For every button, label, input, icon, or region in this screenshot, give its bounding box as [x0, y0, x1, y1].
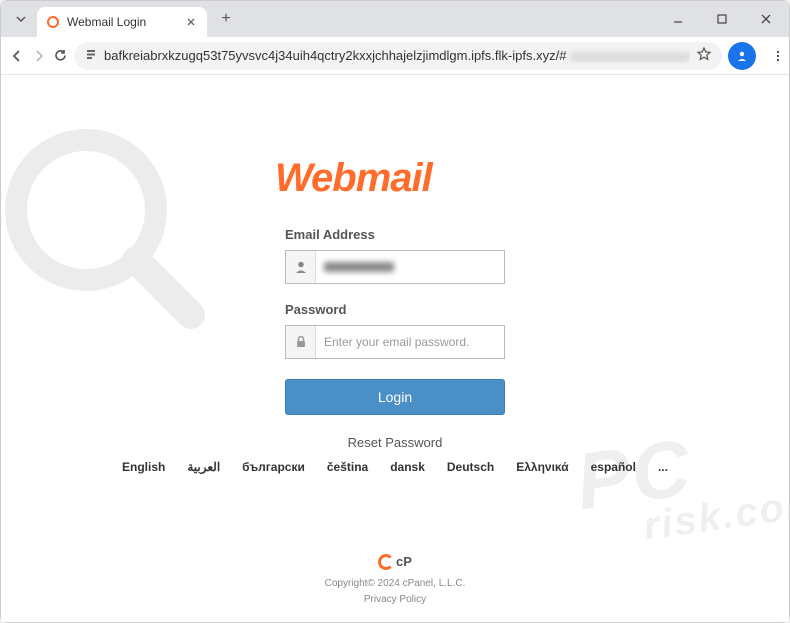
- address-bar[interactable]: bafkreiabrxkzugq53t75yvsvc4j34uih4qctry2…: [74, 42, 722, 70]
- bookmark-star-icon[interactable]: [696, 46, 712, 65]
- lang-option[interactable]: English: [122, 460, 165, 474]
- reset-password-link[interactable]: Reset Password: [348, 435, 443, 450]
- privacy-link[interactable]: Privacy Policy: [1, 592, 789, 608]
- reload-button[interactable]: [53, 42, 68, 70]
- password-field[interactable]: [316, 326, 504, 358]
- svg-text:Webmail: Webmail: [275, 156, 434, 199]
- back-button[interactable]: [9, 42, 25, 70]
- profile-button[interactable]: [728, 42, 756, 70]
- lang-option[interactable]: Deutsch: [447, 460, 494, 474]
- lock-icon: [286, 326, 316, 358]
- close-window-button[interactable]: [751, 4, 781, 34]
- lang-option[interactable]: español: [591, 460, 636, 474]
- tabs-dropdown-button[interactable]: [9, 7, 33, 31]
- close-tab-button[interactable]: [183, 14, 199, 30]
- email-field[interactable]: [316, 262, 504, 272]
- new-tab-button[interactable]: +: [213, 6, 239, 32]
- webmail-logo: Webmail: [275, 155, 515, 199]
- lang-option[interactable]: Ελληνικά: [516, 460, 568, 474]
- browser-toolbar: bafkreiabrxkzugq53t75yvsvc4j34uih4qctry2…: [1, 37, 789, 75]
- browser-window: Webmail Login + bafkreiabrxkzugq53t75yvs…: [0, 0, 790, 623]
- cpanel-c-icon: [378, 554, 394, 570]
- tab-favicon-icon: [45, 14, 61, 30]
- user-icon: [286, 251, 316, 283]
- maximize-button[interactable]: [707, 4, 737, 34]
- email-input-wrap[interactable]: [285, 250, 505, 284]
- login-button[interactable]: Login: [285, 379, 505, 415]
- browser-tab[interactable]: Webmail Login: [37, 7, 207, 37]
- site-info-icon[interactable]: [84, 47, 98, 64]
- page-footer: cP Copyright© 2024 cPanel, L.L.C. Privac…: [1, 552, 789, 608]
- cpanel-logo: cP: [378, 552, 412, 573]
- password-input-wrap[interactable]: [285, 325, 505, 359]
- lang-more[interactable]: ...: [658, 460, 668, 474]
- language-row: English العربية български čeština dansk …: [122, 460, 668, 474]
- url-text: bafkreiabrxkzugq53t75yvsvc4j34uih4qctry2…: [104, 48, 690, 63]
- minimize-button[interactable]: [663, 4, 693, 34]
- window-controls: [663, 4, 781, 34]
- tab-title: Webmail Login: [67, 15, 177, 29]
- email-label: Email Address: [285, 227, 505, 242]
- lang-option[interactable]: čeština: [327, 460, 368, 474]
- lang-option[interactable]: العربية: [187, 460, 220, 474]
- tab-strip: Webmail Login +: [1, 1, 789, 37]
- copyright-text: Copyright© 2024 cPanel, L.L.C.: [1, 576, 789, 592]
- lang-option[interactable]: dansk: [390, 460, 425, 474]
- lang-option[interactable]: български: [242, 460, 305, 474]
- forward-button[interactable]: [31, 42, 47, 70]
- password-label: Password: [285, 302, 505, 317]
- page-content: PC risk.com Webmail Email Address: [1, 75, 789, 622]
- menu-button[interactable]: [764, 42, 790, 70]
